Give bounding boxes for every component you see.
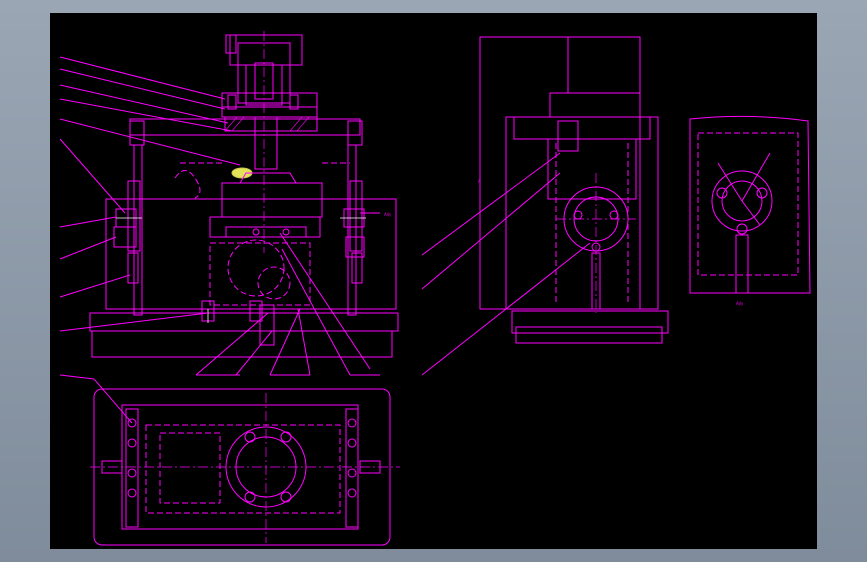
detail-view-label: A向 bbox=[736, 300, 743, 306]
right-column bbox=[347, 144, 357, 316]
front-view-label: A向 bbox=[384, 211, 391, 217]
side-view: A bbox=[421, 36, 669, 376]
side-note-label: A bbox=[478, 179, 481, 184]
piston-rod bbox=[254, 116, 278, 170]
side-view-base bbox=[511, 310, 669, 334]
top-crossbar bbox=[129, 118, 361, 136]
detail-view-outline bbox=[689, 115, 811, 294]
front-view: A向 bbox=[59, 31, 399, 376]
cylinder-top bbox=[229, 34, 303, 66]
assembly-drawing: A向 A A向 bbox=[59, 31, 811, 546]
left-column bbox=[133, 144, 143, 316]
cad-drawing-viewport[interactable]: A向 A A向 bbox=[50, 13, 817, 549]
detail-view: A向 bbox=[689, 115, 811, 306]
leader-lines-front bbox=[59, 56, 380, 376]
press-head bbox=[221, 182, 323, 218]
top-view bbox=[59, 374, 400, 546]
